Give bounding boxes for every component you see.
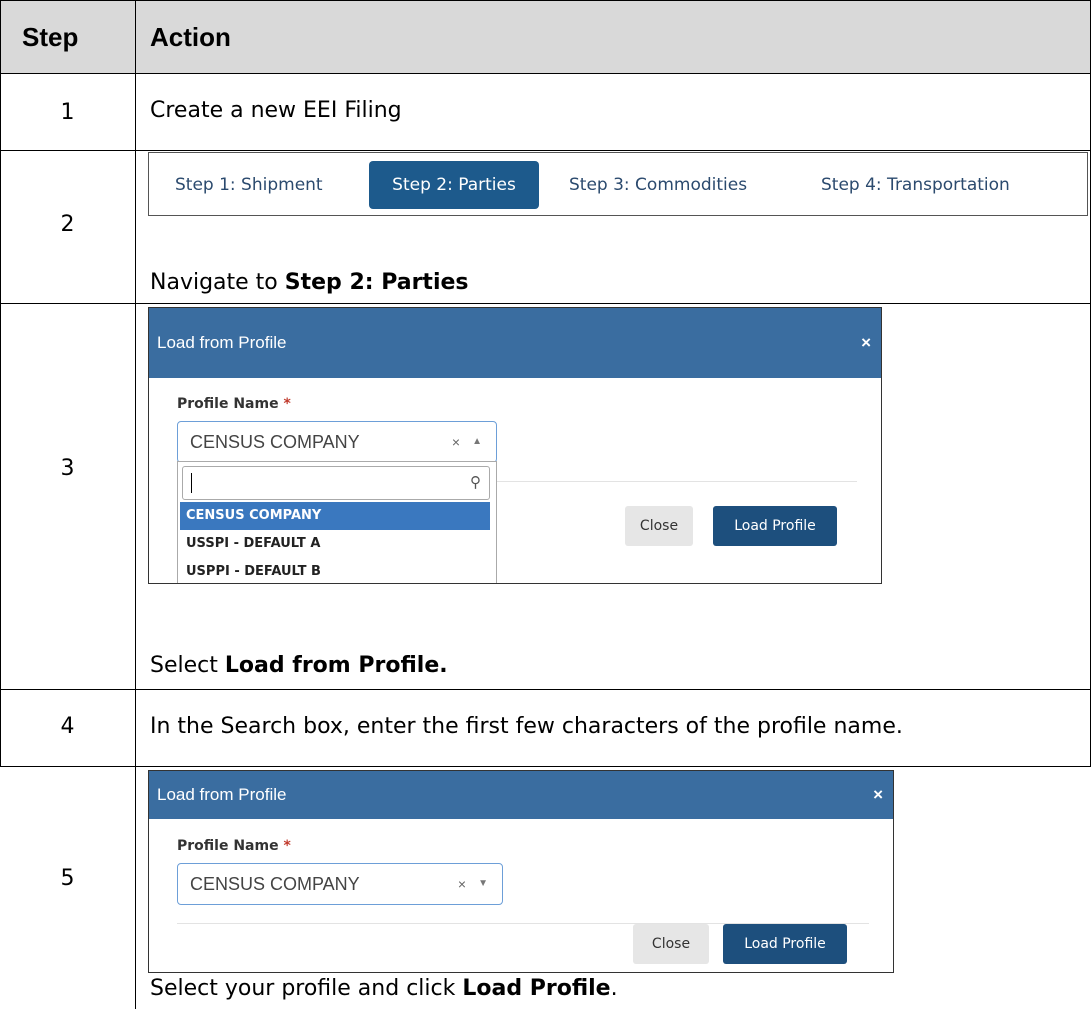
profile-option[interactable]: USPPI - DEFAULT B: [180, 558, 490, 583]
profile-name-select[interactable]: CENSUS COMPANY × ▲: [177, 421, 497, 463]
step-number: 5: [60, 866, 75, 891]
load-from-profile-dialog-expanded: Load from Profile × Profile Name * CENSU…: [148, 307, 882, 584]
column-divider: [135, 0, 136, 1009]
profile-name-label: Profile Name *: [177, 396, 291, 412]
load-profile-button[interactable]: Load Profile: [723, 924, 847, 964]
profile-dropdown: ⚲ CENSUS COMPANY USSPI - DEFAULT A USPPI…: [177, 461, 497, 583]
profile-name-select[interactable]: CENSUS COMPANY × ▼: [177, 863, 503, 905]
dialog-title: Load from Profile: [157, 785, 287, 804]
close-button[interactable]: Close: [625, 506, 693, 546]
profile-name-label: Profile Name *: [177, 838, 291, 854]
selected-value: CENSUS COMPANY: [190, 432, 360, 452]
dialog-divider: [497, 481, 857, 482]
search-icon: ⚲: [470, 474, 481, 491]
dialog-header: Load from Profile ×: [149, 771, 893, 819]
profile-option[interactable]: CENSUS COMPANY: [180, 502, 490, 530]
step-tabs-screenshot: Step 1: Shipment Step 2: Parties Step 3:…: [148, 152, 1088, 216]
close-icon[interactable]: ×: [873, 785, 883, 805]
chevron-up-icon[interactable]: ▲: [472, 436, 482, 447]
row-divider: [0, 303, 1091, 304]
clear-icon[interactable]: ×: [452, 434, 460, 450]
step-action: Navigate to Step 2: Parties: [150, 270, 469, 295]
dialog-title: Load from Profile: [157, 333, 287, 352]
row-divider: [0, 766, 1091, 767]
step-number: 4: [60, 714, 75, 739]
load-profile-button[interactable]: Load Profile: [713, 506, 837, 546]
required-marker: *: [283, 396, 291, 412]
row-divider: [0, 73, 1091, 74]
row-divider: [0, 689, 1091, 690]
close-icon[interactable]: ×: [861, 333, 871, 353]
chevron-down-icon[interactable]: ▼: [478, 878, 488, 889]
step-action: In the Search box, enter the first few c…: [150, 714, 903, 739]
table-border-top: [0, 0, 1091, 1]
step-number: 3: [60, 456, 75, 481]
row-divider: [0, 150, 1091, 151]
clear-icon[interactable]: ×: [458, 876, 466, 892]
instruction-table: Step Action 1 Create a new EEI Filing 2 …: [0, 0, 1091, 1009]
step-action: Create a new EEI Filing: [150, 98, 402, 123]
step-number: 1: [60, 100, 75, 125]
tab-step-4-transportation[interactable]: Step 4: Transportation: [821, 161, 1010, 209]
profile-option[interactable]: USSPI - DEFAULT A: [180, 530, 490, 558]
profile-search-input[interactable]: ⚲: [182, 466, 490, 500]
step-action: Select your profile and click Load Profi…: [150, 976, 618, 1001]
load-from-profile-dialog: Load from Profile × Profile Name * CENSU…: [148, 770, 894, 973]
step-action: Select Load from Profile.: [150, 653, 448, 678]
text-cursor: [191, 473, 192, 493]
header-step: Step: [22, 22, 79, 52]
tab-step-3-commodities[interactable]: Step 3: Commodities: [569, 161, 747, 209]
close-button[interactable]: Close: [633, 924, 709, 964]
dialog-header: Load from Profile ×: [149, 308, 881, 378]
tab-step-1-shipment[interactable]: Step 1: Shipment: [175, 161, 323, 209]
selected-value: CENSUS COMPANY: [190, 874, 360, 894]
required-marker: *: [283, 838, 291, 854]
header-action: Action: [150, 22, 231, 52]
step-number: 2: [60, 212, 75, 237]
tab-step-2-parties[interactable]: Step 2: Parties: [369, 161, 539, 209]
